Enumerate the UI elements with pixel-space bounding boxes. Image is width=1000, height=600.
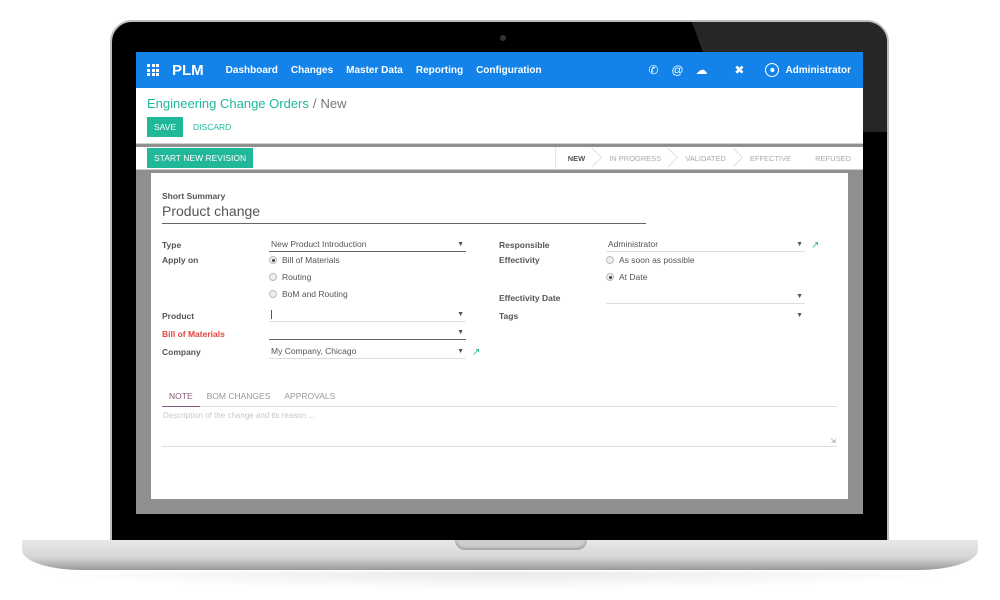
- menu-dashboard[interactable]: Dashboard: [226, 65, 278, 76]
- apps-grid-icon[interactable]: [147, 64, 159, 76]
- stage-in-progress[interactable]: IN PROGRESS: [597, 147, 673, 169]
- tab-approvals[interactable]: APPROVALS: [277, 389, 342, 407]
- resize-handle-icon[interactable]: ⇲: [830, 437, 836, 445]
- radio-selected-icon: [269, 256, 277, 264]
- camera-icon: [500, 35, 506, 41]
- caret-down-icon: ▼: [457, 311, 464, 318]
- radio-asap[interactable]: As soon as possible: [606, 255, 695, 265]
- discard-button[interactable]: DISCARD: [193, 122, 231, 132]
- bom-label: Bill of Materials: [162, 328, 225, 339]
- caret-down-icon: ▼: [796, 240, 803, 248]
- caret-down-icon: ▼: [796, 293, 803, 300]
- laptop-base: [22, 540, 978, 570]
- menu-reporting[interactable]: Reporting: [416, 65, 463, 76]
- type-select[interactable]: New Product Introduction ▼: [269, 238, 466, 252]
- caret-down-icon: ▼: [457, 347, 464, 355]
- radio-routing[interactable]: Routing: [269, 272, 311, 282]
- text-cursor: [271, 310, 272, 319]
- user-menu[interactable]: ☻ Administrator: [765, 63, 851, 77]
- app-brand[interactable]: PLM: [172, 62, 204, 79]
- responsible-select[interactable]: Administrator ▼: [606, 238, 805, 252]
- responsible-label: Responsible: [499, 240, 550, 250]
- stage-refused[interactable]: REFUSED: [803, 147, 863, 169]
- radio-bill-of-materials[interactable]: Bill of Materials: [269, 255, 340, 265]
- tags-select[interactable]: ▼: [606, 309, 805, 322]
- summary-input[interactable]: Product change: [162, 203, 646, 224]
- effectivity-label: Effectivity: [499, 255, 540, 265]
- radio-label: Bill of Materials: [282, 255, 340, 265]
- control-panel: Engineering Change Orders / New SAVE DISCA…: [136, 88, 863, 144]
- stage-validated[interactable]: VALIDATED: [673, 147, 738, 169]
- form-fields: Type New Product Introduction ▼ Apply on …: [162, 238, 837, 378]
- company-select[interactable]: My Company, Chicago ▼: [269, 345, 466, 359]
- menu-master-data[interactable]: Master Data: [346, 65, 403, 76]
- radio-bom-and-routing[interactable]: BoM and Routing: [269, 289, 348, 299]
- at-icon[interactable]: @: [665, 63, 689, 77]
- radio-at-date[interactable]: At Date: [606, 272, 647, 282]
- start-new-revision-button[interactable]: START NEW REVISION: [147, 148, 254, 168]
- caret-down-icon: ▼: [457, 329, 464, 336]
- caret-down-icon: ▼: [796, 311, 803, 319]
- top-navbar: PLM Dashboard Changes Master Data Report…: [136, 52, 863, 88]
- stage-effective[interactable]: EFFECTIVE: [738, 147, 803, 169]
- radio-label: Routing: [282, 272, 312, 282]
- effectivity-date-input[interactable]: ▼: [606, 291, 805, 304]
- external-link-icon[interactable]: ↗: [811, 240, 819, 251]
- radio-empty-icon: [269, 290, 277, 298]
- menu-changes[interactable]: Changes: [291, 65, 333, 76]
- breadcrumb-separator: /: [312, 96, 317, 111]
- stage-new[interactable]: NEW: [556, 147, 598, 169]
- app-screen: PLM Dashboard Changes Master Data Report…: [136, 52, 863, 514]
- laptop-shadow: [30, 572, 970, 590]
- external-link-icon[interactable]: ↗: [472, 347, 480, 358]
- radio-label: As soon as possible: [619, 255, 695, 265]
- breadcrumb: Engineering Change Orders / New: [147, 96, 852, 111]
- chat-icon[interactable]: ☁: [689, 63, 713, 77]
- effectivity-date-label: Effectivity Date: [499, 292, 561, 303]
- tab-note[interactable]: NOTE: [162, 389, 200, 407]
- tags-label: Tags: [499, 310, 519, 321]
- stage-pipeline: NEW IN PROGRESS VALIDATED EFFECTIVE REFU…: [554, 147, 863, 169]
- tab-bom-changes[interactable]: BOM CHANGES: [200, 389, 278, 407]
- apply-on-label: Apply on: [162, 255, 199, 265]
- radio-selected-icon: [606, 273, 614, 281]
- note-textarea[interactable]: Description of the change and its reason…: [162, 411, 837, 447]
- type-value: New Product Introduction: [271, 239, 367, 249]
- breadcrumb-parent[interactable]: Engineering Change Orders: [147, 96, 309, 111]
- notebook-tabs: NOTE BOM CHANGES APPROVALS: [162, 389, 837, 407]
- radio-empty-icon: [269, 273, 277, 281]
- product-select[interactable]: ▼: [269, 309, 466, 322]
- user-name: Administrator: [785, 64, 851, 76]
- summary-label: Short Summary: [162, 191, 226, 201]
- type-label: Type: [162, 240, 182, 250]
- status-bar: START NEW REVISION NEW IN PROGRESS VALID…: [136, 147, 863, 170]
- breadcrumb-current: New: [320, 96, 347, 111]
- caret-down-icon: ▼: [457, 240, 464, 248]
- tools-icon[interactable]: ✖: [727, 63, 751, 77]
- form-sheet: Short Summary Product change Type New Pr…: [151, 173, 848, 499]
- note-placeholder: Description of the change and its reason…: [163, 411, 316, 420]
- radio-label: At Date: [619, 272, 648, 282]
- bom-select[interactable]: ▼: [269, 327, 466, 340]
- responsible-value: Administrator: [608, 239, 659, 249]
- company-label: Company: [162, 347, 201, 357]
- radio-label: BoM and Routing: [282, 289, 348, 299]
- laptop-notch: [455, 540, 587, 550]
- save-button[interactable]: SAVE: [147, 117, 184, 137]
- laptop-mockup: PLM Dashboard Changes Master Data Report…: [0, 0, 1000, 600]
- phone-icon[interactable]: ✆: [641, 63, 665, 77]
- company-value: My Company, Chicago: [271, 346, 357, 356]
- avatar-icon: ☻: [765, 63, 780, 77]
- product-label: Product: [162, 310, 195, 321]
- radio-empty-icon: [606, 256, 614, 264]
- menu-configuration[interactable]: Configuration: [476, 65, 542, 76]
